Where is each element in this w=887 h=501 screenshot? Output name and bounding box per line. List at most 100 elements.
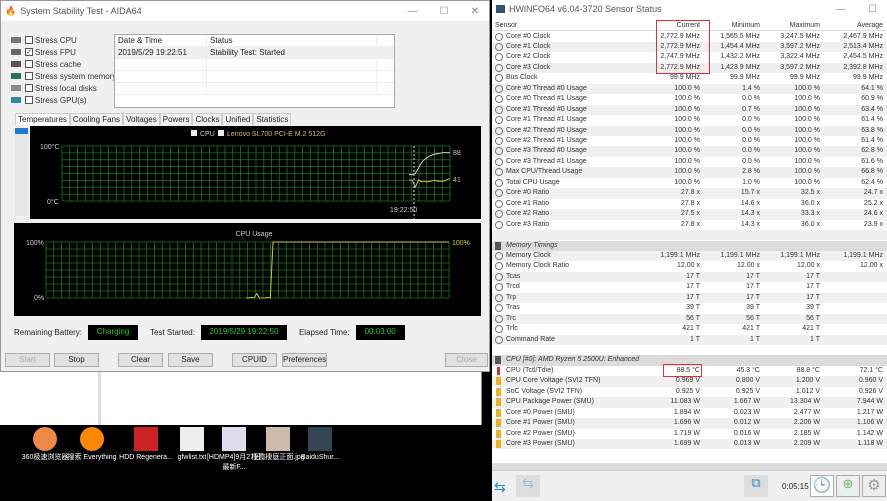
tab-powers[interactable]: Powers — [159, 113, 193, 125]
sensor-row[interactable]: CPU Package Power (SMU) 11.083 W 1.667 W 13… — [492, 397, 887, 408]
maximize-button[interactable]: ☐ — [868, 4, 877, 15]
sensor-row[interactable]: Core #0 Ratio 27.8 x 15.7 x 32.5 x 24.7 x — [492, 188, 887, 199]
checkbox[interactable]: ✓ — [25, 48, 33, 56]
sensor-row[interactable]: SoC Voltage (SVI2 TFN) 0.925 V 0.925 V 1.01… — [492, 387, 887, 397]
col-sensor[interactable]: Sensor — [495, 21, 517, 31]
sensor-row[interactable]: Core #3 Power (SMU) 1.699 W 0.013 W 2.209 W… — [492, 439, 887, 450]
sensor-row[interactable]: Core #2 Power (SMU) 1.719 W 0.016 W 2.185 W… — [492, 429, 887, 439]
sensor-row[interactable]: Trcd 17 T 17 T 17 T — [492, 282, 887, 292]
sensor-row[interactable]: Core #1 Power (SMU) 1.696 W 0.012 W 2.206 W… — [492, 418, 887, 429]
sensor-row[interactable]: Tcas 17 T 17 T 17 T — [492, 271, 887, 283]
desktop-icon[interactable]: 搜索 Everything — [62, 427, 122, 463]
network-icon[interactable]: ⧉ — [744, 475, 768, 497]
stress-option[interactable]: Stress local disks — [11, 82, 116, 94]
stress-icon — [11, 61, 21, 67]
tab-temperatures[interactable]: Temperatures — [15, 113, 70, 125]
save-button[interactable]: Save — [168, 353, 213, 367]
cpu-legend-checkbox[interactable] — [191, 130, 197, 136]
stress-option[interactable]: ✓ Stress FPU — [11, 46, 116, 58]
minimum-value: 0.800 V — [735, 377, 760, 385]
sensor-row[interactable]: Bus Clock 99.9 MHz 99.9 MHz 99.9 MHz 99.9 MH… — [492, 73, 887, 83]
checkbox[interactable] — [25, 96, 33, 104]
sensor-name: CPU (Tctl/Tdie) — [506, 366, 554, 374]
stress-option[interactable]: Stress cache — [11, 58, 116, 70]
sensor-row[interactable]: Max CPU/Thread Usage 100.0 % 2.8 % 100.0 % 6… — [492, 167, 887, 178]
sensor-row[interactable]: Core #0 Thread #1 Usage 100.0 % 0.0 % 100.0… — [492, 94, 887, 104]
sensor-row[interactable]: Core #0 Power (SMU) 1.894 W 0.023 W 2.477 W… — [492, 408, 887, 418]
current-value: 100.0 % — [674, 126, 700, 134]
minimum-value: 1,432.2 MHz — [720, 53, 760, 61]
maximum-value: 13.304 W — [790, 398, 820, 406]
tab-clocks[interactable]: Clocks — [192, 113, 223, 125]
sensor-row[interactable]: Trp 17 T 17 T 17 T — [492, 292, 887, 304]
clock-icon[interactable]: 🕒 — [810, 475, 834, 497]
sensor-row[interactable]: Tras 39 T 39 T 39 T — [492, 303, 887, 313]
sensor-row[interactable]: CPU Core Voltage (SVI2 TFN) 0.969 V 0.800 … — [492, 376, 887, 387]
checkbox[interactable] — [25, 72, 33, 80]
sensor-row[interactable]: Memory Clock 1,199.1 MHz 1,199.1 MHz 1,199.… — [492, 250, 887, 262]
desktop-icon[interactable]: BaiduShur... — [290, 427, 350, 463]
sensor-name: Tcas — [506, 272, 521, 280]
sensor-row[interactable]: Core #2 Thread #0 Usage 100.0 % 0.0 % 100.0… — [492, 125, 887, 136]
stress-option[interactable]: Stress system memory — [11, 70, 116, 82]
file-icon — [134, 427, 158, 451]
sensor-row[interactable]: Command Rate 1 T 1 T 1 T — [492, 334, 887, 345]
arrows-icon[interactable]: ⇆ — [494, 479, 506, 496]
sensor-row[interactable]: Trc 56 T 56 T 56 T — [492, 313, 887, 325]
battery-label: Remaining Battery: — [14, 328, 83, 337]
minimum-value: 1.667 W — [733, 398, 760, 406]
settings-icon[interactable]: ⚙ — [862, 475, 886, 497]
arrows-reset-icon[interactable]: ⇆ — [516, 475, 540, 497]
sensor-row[interactable]: Core #2 Thread #1 Usage 100.0 % 0.0 % 100.0… — [492, 136, 887, 146]
stress-option[interactable]: Stress CPU — [11, 34, 116, 46]
stress-option[interactable]: Stress GPU(s) — [11, 94, 116, 106]
stop-button[interactable]: Stop — [54, 353, 99, 367]
tab-voltages[interactable]: Voltages — [123, 113, 160, 125]
checkbox[interactable] — [25, 36, 33, 44]
maximize-button[interactable]: ☐ — [440, 6, 449, 17]
sensor-row[interactable]: Trfc 421 T 421 T 421 T — [492, 324, 887, 334]
sensor-row[interactable]: Core #1 Ratio 27.8 x 14.6 x 36.0 x 25.2 x — [492, 199, 887, 209]
sensor-name: Trc — [506, 314, 516, 322]
checkbox[interactable] — [25, 84, 33, 92]
sensor-row[interactable]: Core #2 Ratio 27.5 x 14.3 x 33.3 x 24.6 x — [492, 209, 887, 220]
checkbox[interactable] — [25, 60, 33, 68]
sensor-row[interactable]: Core #3 Thread #0 Usage 100.0 % 0.0 % 100.0… — [492, 146, 887, 157]
tab-cooling-fans[interactable]: Cooling Fans — [69, 113, 124, 125]
minimize-button[interactable]: — — [408, 6, 418, 17]
preferences-button[interactable]: Preferences — [282, 353, 327, 367]
tab-statistics[interactable]: Statistics — [253, 113, 292, 125]
clear-button[interactable]: Clear — [118, 353, 163, 367]
col-minimum[interactable]: Minimum — [732, 21, 760, 31]
maximum-value: 3,597.2 MHz — [780, 63, 820, 71]
hwinfo-toolbar: ⇆ ⇆ ⧉ 0:05:15 🕒 ⊕ ⚙ — [492, 470, 887, 501]
sensor-row[interactable]: Memory Clock Ratio 12.00 x 12.00 x 12.00 x 1… — [492, 261, 887, 271]
maximum-value: 32.5 x — [800, 189, 820, 197]
start-button[interactable]: Start — [5, 353, 50, 367]
sensor-row[interactable]: Core #3 Ratio 27.8 x 14.3 x 36.0 x 23.9 x — [492, 220, 887, 230]
col-average[interactable]: Average — [857, 21, 883, 31]
minimize-button[interactable]: — — [836, 4, 846, 15]
sensor-group[interactable]: Memory Timings — [492, 240, 887, 251]
close-button[interactable]: Close — [445, 353, 488, 367]
collapse-icon — [495, 63, 503, 72]
sensor-row[interactable]: Core #1 Thread #1 Usage 100.0 % 0.0 % 100.0… — [492, 115, 887, 125]
sensor-row[interactable]: Core #3 Thread #1 Usage 100.0 % 0.0 % 100.0… — [492, 157, 887, 167]
sensor-row[interactable]: Core #0 Thread #0 Usage 100.0 % 1.4 % 100.0… — [492, 83, 887, 95]
close-window-button[interactable]: ✕ — [471, 6, 479, 17]
cpuid-button[interactable]: CPUID — [232, 353, 277, 367]
timer: 0:05:15 — [782, 482, 809, 491]
maximum-value: 36.0 x — [800, 199, 820, 207]
maximum-value: 36.0 x — [800, 220, 820, 228]
current-value: 27.5 x — [680, 210, 700, 218]
report-icon[interactable]: ⊕ — [836, 475, 860, 497]
minimum-value: 0.023 W — [733, 408, 760, 416]
graph-scrollbar[interactable] — [15, 128, 28, 216]
sensor-row[interactable]: Total CPU Usage 100.0 % 1.0 % 100.0 % 62.4 % — [492, 178, 887, 188]
tab-unified[interactable]: Unified — [222, 113, 254, 125]
col-maximum[interactable]: Maximum — [790, 21, 820, 31]
ssd-legend-checkbox[interactable] — [218, 130, 224, 136]
sensor-row[interactable]: Core #1 Thread #0 Usage 100.0 % 0.7 % 100.0… — [492, 104, 887, 116]
maximum-value: 2.185 W — [793, 429, 820, 437]
log-row[interactable]: 2019/5/29 19:22:51 Stability Test: Starte… — [115, 47, 394, 59]
